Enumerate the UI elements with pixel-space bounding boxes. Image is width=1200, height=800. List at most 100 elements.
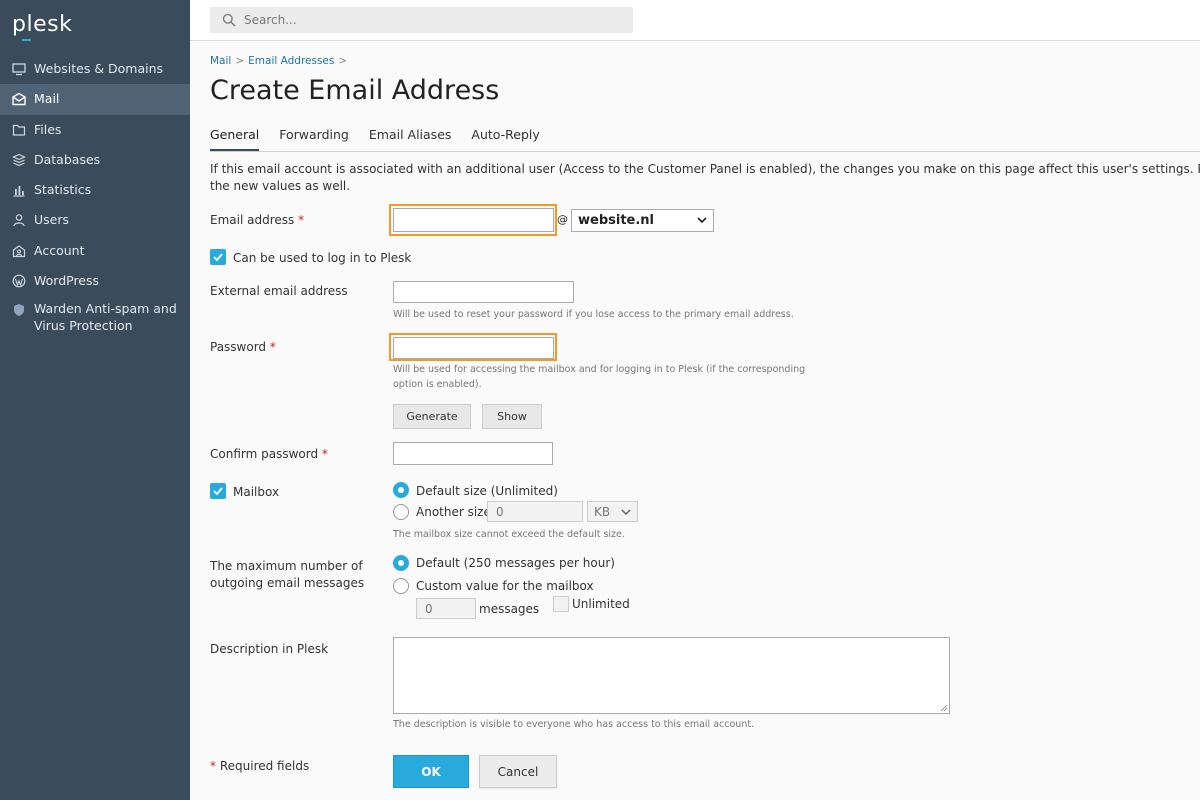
database-icon (12, 153, 26, 167)
sidebar-item-account[interactable]: Account (0, 236, 190, 266)
resize-handle-icon[interactable] (940, 704, 948, 712)
max-messages-label: The maximum number of outgoing email mes… (210, 558, 364, 592)
show-button[interactable]: Show (482, 404, 542, 429)
checkmark-icon (213, 487, 223, 496)
info-line2: the new values as well. (210, 179, 351, 193)
required-asterisk: * (321, 447, 328, 461)
logo-underline (22, 39, 31, 41)
sidebar-item-label: Users (34, 212, 70, 228)
breadcrumb-mail[interactable]: Mail (210, 55, 231, 67)
tab-divider (210, 151, 1200, 152)
sidebar-item-users[interactable]: Users (0, 205, 190, 235)
sidebar-item-wordpress[interactable]: WordPress (0, 266, 190, 296)
ok-button[interactable]: OK (393, 755, 469, 788)
size-unit-value: KB (594, 504, 611, 519)
breadcrumb-separator: > (235, 55, 245, 67)
sidebar-item-files[interactable]: Files (0, 115, 190, 145)
password-label: Password * (210, 340, 276, 354)
logo-text: plesk (12, 12, 73, 37)
another-size-radio[interactable] (393, 504, 409, 520)
wordpress-icon (12, 274, 26, 288)
description-hint: The description is visible to everyone w… (393, 719, 755, 730)
sidebar-item-label-line2: Virus Protection (34, 318, 133, 334)
sidebar-item-statistics[interactable]: Statistics (0, 175, 190, 205)
tab-forwarding[interactable]: Forwarding (279, 127, 349, 151)
password-hint: Will be used for accessing the mailbox a… (393, 362, 813, 392)
monitor-icon (12, 62, 26, 76)
sidebar-item-warden[interactable]: Warden Anti-spam and Virus Protection (0, 296, 190, 340)
sidebar-item-label: Databases (34, 151, 101, 167)
user-icon (12, 213, 26, 227)
external-email-hint: Will be used to reset your password if y… (393, 309, 794, 320)
confirm-password-label-text: Confirm password (210, 447, 319, 461)
mailbox-hint: The mailbox size cannot exceed the defau… (393, 529, 625, 540)
unlimited-label: Unlimited (572, 597, 630, 611)
max-messages-label-line1: The maximum number of (210, 559, 363, 573)
messages-unit-label: messages (479, 602, 540, 616)
description-textarea[interactable] (393, 637, 950, 714)
login-checkbox[interactable] (210, 249, 226, 265)
chevron-down-icon (697, 213, 707, 228)
search-icon (222, 13, 236, 27)
info-message: If this email account is associated with… (210, 161, 1200, 195)
mail-icon (12, 92, 26, 106)
sidebar-nav: Websites & Domains Mail Files Databases … (0, 54, 190, 340)
sidebar-item-label-line1: Warden Anti-spam and (34, 301, 177, 317)
sidebar-item-label: Account (34, 242, 85, 258)
tab-general[interactable]: General (210, 127, 260, 151)
email-name-highlight (389, 204, 557, 236)
another-size-value: 0 (496, 504, 504, 519)
checkmark-icon (213, 253, 223, 262)
another-size-label: Another size (416, 505, 491, 519)
domain-select[interactable]: website.nl (571, 209, 714, 232)
sidebar-item-mail[interactable]: Mail (0, 84, 190, 115)
sidebar-item-databases[interactable]: Databases (0, 145, 190, 175)
custom-value-radio[interactable] (393, 578, 409, 594)
cancel-button[interactable]: Cancel (479, 755, 557, 788)
required-asterisk: * (269, 340, 276, 354)
tab-email-aliases[interactable]: Email Aliases (369, 127, 452, 151)
generate-button[interactable]: Generate (393, 404, 471, 429)
confirm-password-input[interactable] (393, 442, 553, 465)
default-size-radio[interactable] (393, 482, 409, 498)
mailbox-label: Mailbox (233, 485, 280, 499)
default-messages-radio[interactable] (393, 555, 409, 571)
at-sign: @ (557, 213, 568, 226)
chevron-down-icon (621, 505, 631, 519)
default-messages-label: Default (250 messages per hour) (416, 556, 615, 570)
sidebar-item-websites-domains[interactable]: Websites & Domains (0, 54, 190, 84)
size-unit-select[interactable]: KB (587, 501, 638, 522)
password-highlight (389, 333, 557, 361)
breadcrumb: Mail > Email Addresses > (210, 55, 351, 67)
another-size-input[interactable]: 0 (487, 501, 583, 522)
sidebar-item-label: WordPress (34, 273, 100, 289)
breadcrumb-separator: > (338, 55, 348, 67)
tab-auto-reply[interactable]: Auto-Reply (471, 127, 539, 151)
login-checkbox-label: Can be used to log in to Plesk (233, 251, 412, 265)
sidebar-item-label: Websites & Domains (34, 61, 164, 76)
external-email-label: External email address (210, 284, 348, 298)
messages-input[interactable]: 0 (416, 598, 476, 619)
password-hint-line2: option is enabled). (393, 379, 482, 390)
plesk-logo[interactable]: plesk (12, 12, 73, 41)
external-email-input[interactable] (393, 281, 574, 303)
required-asterisk: * (298, 213, 305, 227)
unlimited-checkbox[interactable] (553, 596, 569, 612)
mailbox-checkbox[interactable] (210, 483, 226, 499)
page-title: Create Email Address (210, 75, 500, 106)
email-address-label: Email address * (210, 213, 304, 227)
description-label: Description in Plesk (210, 642, 329, 656)
breadcrumb-email-addresses[interactable]: Email Addresses (248, 55, 334, 67)
default-size-label: Default size (Unlimited) (416, 484, 558, 498)
shield-icon (12, 303, 26, 317)
domain-select-value: website.nl (578, 213, 655, 228)
sidebar: plesk Websites & Domains Mail Files Data… (0, 0, 190, 800)
folder-icon (12, 123, 26, 137)
custom-value-label: Custom value for the mailbox (416, 579, 594, 593)
sidebar-item-label: Files (34, 121, 62, 137)
required-asterisk: * (210, 759, 216, 773)
account-icon (12, 244, 26, 258)
search-input[interactable]: Search... (210, 7, 633, 33)
max-messages-label-line2: outgoing email messages (210, 576, 365, 590)
main-content: Mail > Email Addresses > Create Email Addre… (190, 41, 1200, 800)
